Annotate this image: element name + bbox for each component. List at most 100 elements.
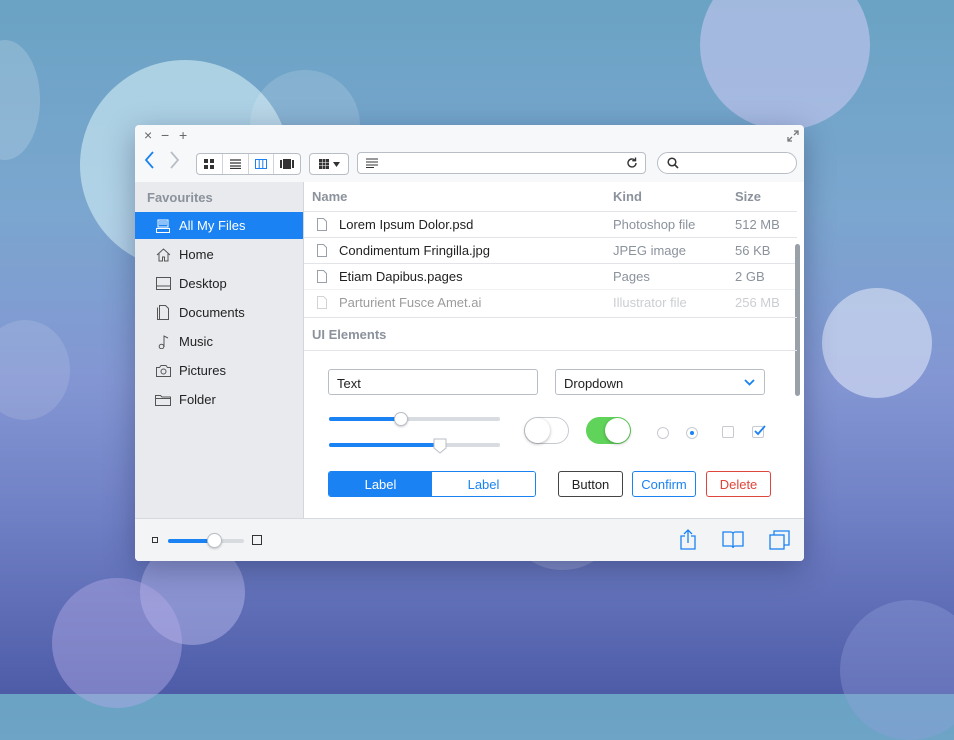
table-row[interactable]: Etiam Dapibus.pages Pages 2 GB xyxy=(304,263,797,290)
toggle-on[interactable] xyxy=(586,417,631,444)
column-view-button[interactable] xyxy=(249,154,275,174)
minimize-window-button[interactable]: − xyxy=(161,128,169,142)
toggle-off[interactable] xyxy=(524,417,569,444)
windows-icon[interactable] xyxy=(769,530,790,555)
reader-lines-icon xyxy=(366,158,378,168)
all-files-icon xyxy=(155,218,171,234)
dropdown-select[interactable]: Dropdown xyxy=(555,369,765,395)
sidebar-heading: Favourites xyxy=(147,190,213,205)
bottom-bar xyxy=(135,518,804,561)
file-kind: Photoshop file xyxy=(613,217,696,232)
toggle-on-knob xyxy=(605,418,630,443)
caret-down-icon xyxy=(332,161,340,167)
finder-window: × − + Favourites All My Files Home Deskt… xyxy=(135,125,804,561)
bokeh-circle xyxy=(822,288,932,398)
zoom-window-button[interactable]: + xyxy=(179,128,187,142)
checkmark-icon xyxy=(754,425,766,436)
chevron-down-icon xyxy=(744,379,755,386)
list-view-button[interactable] xyxy=(223,154,249,174)
columns-icon xyxy=(254,159,267,169)
table-row[interactable]: Lorem Ipsum Dolor.psd Photoshop file 512… xyxy=(304,211,797,238)
table-row[interactable]: Parturient Fusce Amet.ai Illustrator fil… xyxy=(304,289,797,311)
forward-button[interactable] xyxy=(169,150,181,175)
documents-icon xyxy=(155,305,171,321)
file-name: Condimentum Fringilla.jpg xyxy=(339,243,491,258)
main-pane: Name Kind Size Lorem Ipsum Dolor.psd Pho… xyxy=(304,182,804,518)
share-icon[interactable] xyxy=(680,529,696,555)
slider-2[interactable] xyxy=(329,438,500,454)
address-field[interactable] xyxy=(357,152,646,174)
text-field[interactable]: Text xyxy=(328,369,538,395)
icon-size-slider-knob[interactable] xyxy=(206,533,222,548)
bokeh-circle xyxy=(0,40,40,160)
radio-button-2[interactable] xyxy=(686,427,698,439)
arrange-grid-icon xyxy=(318,159,329,169)
slider-1[interactable] xyxy=(329,412,500,426)
folder-icon xyxy=(155,392,171,408)
large-size-icon xyxy=(252,535,262,545)
file-kind: JPEG image xyxy=(613,243,686,258)
arrange-dropdown[interactable] xyxy=(309,153,349,175)
file-icon xyxy=(317,296,327,309)
default-button[interactable]: Button xyxy=(558,471,623,497)
confirm-button[interactable]: Confirm xyxy=(632,471,696,497)
file-name: Lorem Ipsum Dolor.psd xyxy=(339,217,474,232)
icon-view-button[interactable] xyxy=(197,154,223,174)
sidebar-item-folder[interactable]: Folder xyxy=(135,386,303,413)
slider-2-pointer-knob[interactable] xyxy=(433,438,447,454)
slider-2-fill xyxy=(329,443,440,447)
file-icon xyxy=(317,270,327,283)
chevron-right-icon xyxy=(170,151,180,169)
column-header-name[interactable]: Name xyxy=(312,189,347,204)
sidebar-item-all-my-files[interactable]: All My Files xyxy=(135,212,303,239)
sidebar-item-label: Desktop xyxy=(179,276,227,291)
reload-icon[interactable] xyxy=(626,157,638,169)
sidebar-item-pictures[interactable]: Pictures xyxy=(135,357,303,384)
file-name: Parturient Fusce Amet.ai xyxy=(339,295,482,310)
slider-1-knob[interactable] xyxy=(394,412,408,426)
file-icon xyxy=(317,218,327,231)
toggle-off-knob xyxy=(525,418,550,443)
sidebar-item-desktop[interactable]: Desktop xyxy=(135,270,303,297)
cover-flow-view-button[interactable] xyxy=(274,154,300,174)
list-icon xyxy=(229,159,241,169)
vertical-scrollbar[interactable] xyxy=(795,244,800,396)
back-button[interactable] xyxy=(143,150,155,175)
file-name: Etiam Dapibus.pages xyxy=(339,269,463,284)
file-size: 256 MB xyxy=(735,295,780,310)
book-icon[interactable] xyxy=(722,531,744,554)
sidebar-item-label: Home xyxy=(179,247,214,262)
icon-size-slider[interactable] xyxy=(168,533,244,548)
bokeh-circle xyxy=(0,320,70,420)
grid-icon xyxy=(204,159,215,169)
file-kind: Pages xyxy=(613,269,650,284)
sidebar-item-label: All My Files xyxy=(179,218,246,233)
file-kind: Illustrator file xyxy=(613,295,687,310)
sidebar-item-home[interactable]: Home xyxy=(135,241,303,268)
sidebar-item-label: Folder xyxy=(179,392,216,407)
sidebar-item-label: Pictures xyxy=(179,363,226,378)
segment-2[interactable]: Label xyxy=(432,472,535,496)
segmented-control: Label Label xyxy=(328,471,536,497)
search-field[interactable] xyxy=(657,152,797,174)
sidebar-item-music[interactable]: Music xyxy=(135,328,303,355)
table-row[interactable]: Condimentum Fringilla.jpg JPEG image 56 … xyxy=(304,237,797,264)
bokeh-circle xyxy=(840,600,954,740)
sidebar-item-label: Documents xyxy=(179,305,245,320)
column-header-size[interactable]: Size xyxy=(735,189,761,204)
sidebar-item-documents[interactable]: Documents xyxy=(135,299,303,326)
checkbox-2[interactable] xyxy=(752,425,766,438)
column-header-kind[interactable]: Kind xyxy=(613,189,642,204)
chevron-left-icon xyxy=(144,151,154,169)
close-window-button[interactable]: × xyxy=(144,128,152,142)
sidebar: Favourites All My Files Home Desktop Doc… xyxy=(135,182,304,518)
checkbox-1[interactable] xyxy=(722,426,734,438)
file-size: 2 GB xyxy=(735,269,765,284)
segment-1[interactable]: Label xyxy=(329,472,432,496)
radio-button-1[interactable] xyxy=(657,427,669,439)
home-icon xyxy=(155,247,171,263)
dropdown-value: Dropdown xyxy=(564,376,624,391)
delete-button[interactable]: Delete xyxy=(706,471,771,497)
file-icon xyxy=(317,244,327,257)
toolbar xyxy=(135,145,804,183)
